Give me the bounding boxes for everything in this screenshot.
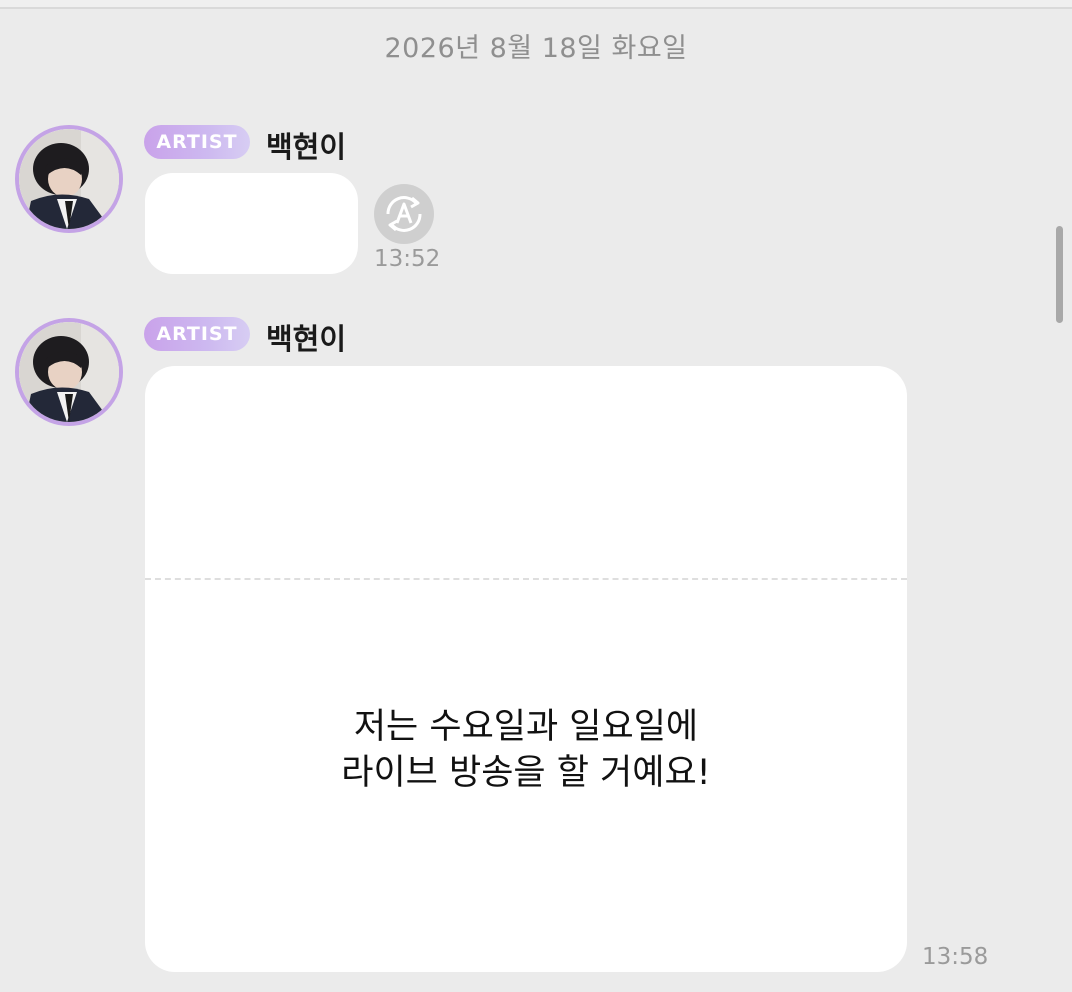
dashed-divider — [145, 578, 907, 580]
date-header: 2026년 8월 18일 화요일 — [384, 33, 688, 64]
message-text-line: 저는 수요일과 일요일에 — [353, 707, 699, 747]
scrollbar-thumb[interactable] — [1056, 226, 1063, 323]
message-bubble[interactable] — [145, 173, 358, 274]
artist-badge: ARTIST — [144, 317, 250, 351]
message-text-line: 라이브 방송을 할 거예요! — [341, 753, 711, 793]
artist-avatar[interactable] — [15, 125, 123, 233]
artist-avatar[interactable] — [15, 318, 123, 426]
sender-name[interactable]: 백현이 — [266, 124, 346, 166]
message-time: 13:58 — [922, 944, 989, 970]
message-bubble[interactable]: 저는 수요일과 일요일에 라이브 방송을 할 거예요! — [145, 366, 907, 972]
artist-badge: ARTIST — [144, 125, 250, 159]
auto-translate-button[interactable] — [374, 184, 434, 244]
sender-name[interactable]: 백현이 — [266, 316, 346, 358]
message-text: 저는 수요일과 일요일에 라이브 방송을 할 거예요! — [145, 704, 907, 796]
top-divider — [0, 0, 1072, 9]
auto-translate-icon — [386, 196, 422, 232]
message-time: 13:52 — [374, 246, 441, 272]
